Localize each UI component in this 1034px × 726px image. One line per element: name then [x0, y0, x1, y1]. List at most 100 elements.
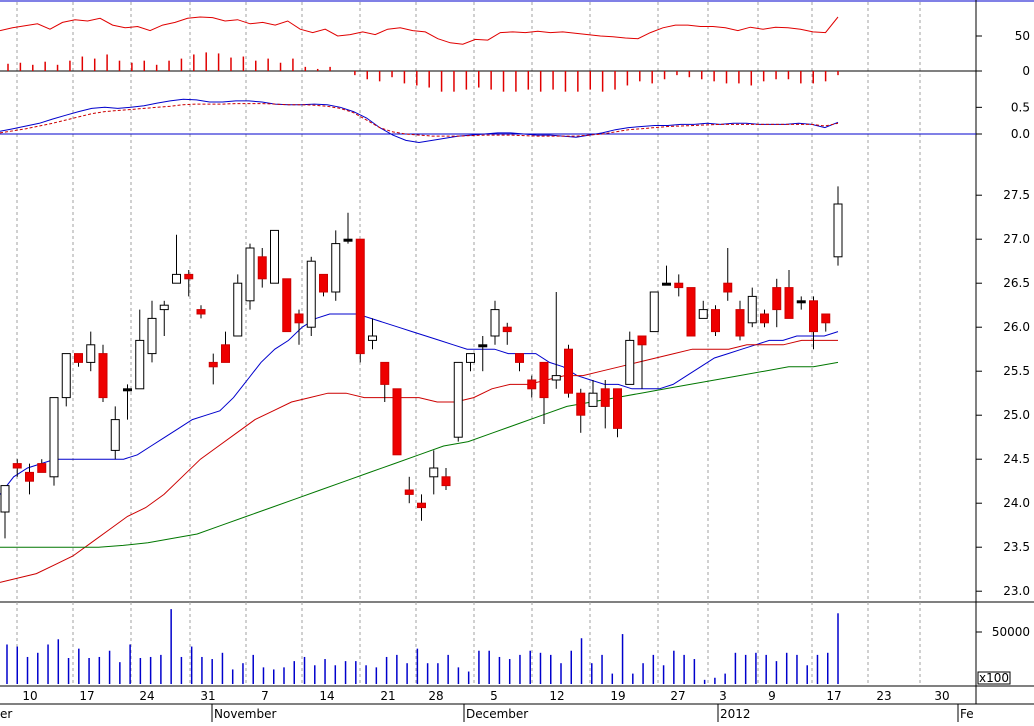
candle-body — [564, 348, 573, 394]
volume-tick-label: 50000 — [992, 625, 1030, 639]
x-tick-day-label: 31 — [200, 689, 215, 703]
x-tick-day-label: 14 — [319, 689, 334, 703]
candle-body — [257, 256, 267, 280]
candle-body — [25, 471, 34, 482]
candle-body — [343, 238, 353, 242]
candle-body — [698, 309, 708, 319]
price-tick-label: 23.5 — [1003, 540, 1030, 554]
candle-body — [600, 388, 610, 407]
candle-body — [551, 375, 561, 381]
x-tick-day-label: 9 — [768, 689, 776, 703]
candle-body — [527, 379, 537, 390]
x-tick-day-label: 19 — [610, 689, 625, 703]
x-tick-day-label: 5 — [490, 689, 498, 703]
candle-body — [37, 463, 47, 473]
candle-body — [588, 392, 598, 407]
candle-body — [404, 489, 414, 495]
candle-body — [61, 353, 71, 399]
candle-body — [478, 344, 488, 348]
candle-body — [711, 309, 720, 333]
candle-body — [429, 467, 439, 478]
candle-body — [723, 282, 733, 293]
candle-body — [123, 388, 132, 392]
candle-body — [613, 388, 622, 429]
moving-average-medium — [0, 339, 838, 583]
candle-body — [306, 260, 316, 328]
x-tick-day-label: 27 — [670, 689, 685, 703]
x-tick-day-label: 12 — [549, 689, 564, 703]
price-tick-label: 27.5 — [1003, 188, 1030, 202]
x-tick-day-label: 7 — [261, 689, 269, 703]
x-tick-day-label: 21 — [380, 689, 395, 703]
x-tick-month-label: December — [466, 707, 528, 721]
candle-body — [833, 203, 843, 258]
candle-body — [392, 388, 402, 456]
candle-body — [784, 287, 794, 319]
candle-body — [441, 476, 451, 487]
candle-body — [453, 361, 463, 438]
candle-body — [86, 344, 96, 363]
candle-body — [502, 326, 512, 333]
candle-body — [490, 309, 500, 337]
volume-unit-label: x100 — [979, 671, 1009, 685]
x-tick-day-label: 3 — [719, 689, 727, 703]
candle-body — [809, 300, 818, 333]
candle-body — [539, 361, 549, 399]
rsi-histogram-tick-label: 0 — [1022, 64, 1030, 78]
x-tick-day-label: 10 — [22, 689, 37, 703]
x-tick-month-label: Fe — [960, 707, 974, 721]
candle-body — [821, 313, 831, 324]
price-tick-label: 25.0 — [1003, 408, 1030, 422]
x-tick-month-label-partial: er — [0, 707, 12, 721]
candle-body — [735, 309, 745, 337]
macd-signal-line — [0, 103, 839, 137]
candle-body — [772, 287, 782, 311]
macd-line — [0, 98, 839, 144]
rsi-tick-label: 50 — [1015, 29, 1030, 43]
candle-body — [686, 287, 696, 337]
candle-body — [98, 353, 108, 399]
candle-body — [184, 273, 194, 280]
price-tick-label: 27.0 — [1003, 232, 1030, 246]
price-tick-label: 24.0 — [1003, 496, 1030, 510]
candle-body — [12, 463, 22, 469]
candle-body — [233, 282, 243, 337]
candle-body — [331, 243, 341, 293]
x-tick-month-label: November — [214, 707, 276, 721]
stock-chart: 50 0 0.5 0.0 27.5 27.0 26.5 26.0 25.5 25.0 24.5 24.… — [0, 0, 1034, 722]
candle-body — [649, 291, 659, 333]
candle-body — [147, 317, 157, 355]
candle-body — [208, 361, 218, 368]
price-tick-label: 23.0 — [1003, 584, 1030, 598]
x-tick-day-label: 17 — [79, 689, 94, 703]
candle-body — [515, 353, 524, 363]
rsi-line — [0, 16, 839, 45]
candle-body — [159, 304, 169, 311]
candle-body — [796, 300, 806, 304]
x-tick-day-label: 30 — [934, 689, 949, 703]
price-tick-label: 26.5 — [1003, 276, 1030, 290]
moving-average-short — [0, 313, 839, 495]
candle-body — [368, 335, 377, 341]
candle-body — [319, 273, 328, 293]
price-tick-label: 25.5 — [1003, 364, 1030, 378]
candle-body — [196, 309, 206, 315]
candle-body — [625, 339, 635, 385]
candle-body — [355, 238, 365, 355]
candle-body — [245, 247, 255, 302]
candle-body — [0, 485, 10, 513]
candle-body — [637, 335, 647, 346]
candle-body — [576, 392, 586, 416]
x-tick-day-label: 24 — [139, 689, 154, 703]
candle-body — [74, 353, 83, 363]
candle-body — [282, 278, 292, 333]
candle-body — [417, 502, 426, 509]
candle-body — [49, 397, 59, 478]
candle-body — [294, 313, 304, 324]
candle-body — [760, 313, 769, 324]
price-tick-label: 26.0 — [1003, 320, 1030, 334]
x-tick-day-label: 28 — [428, 689, 443, 703]
x-tick-day-label: 23 — [876, 689, 891, 703]
x-tick-day-label: 17 — [826, 689, 841, 703]
price-tick-label: 24.5 — [1003, 452, 1030, 466]
